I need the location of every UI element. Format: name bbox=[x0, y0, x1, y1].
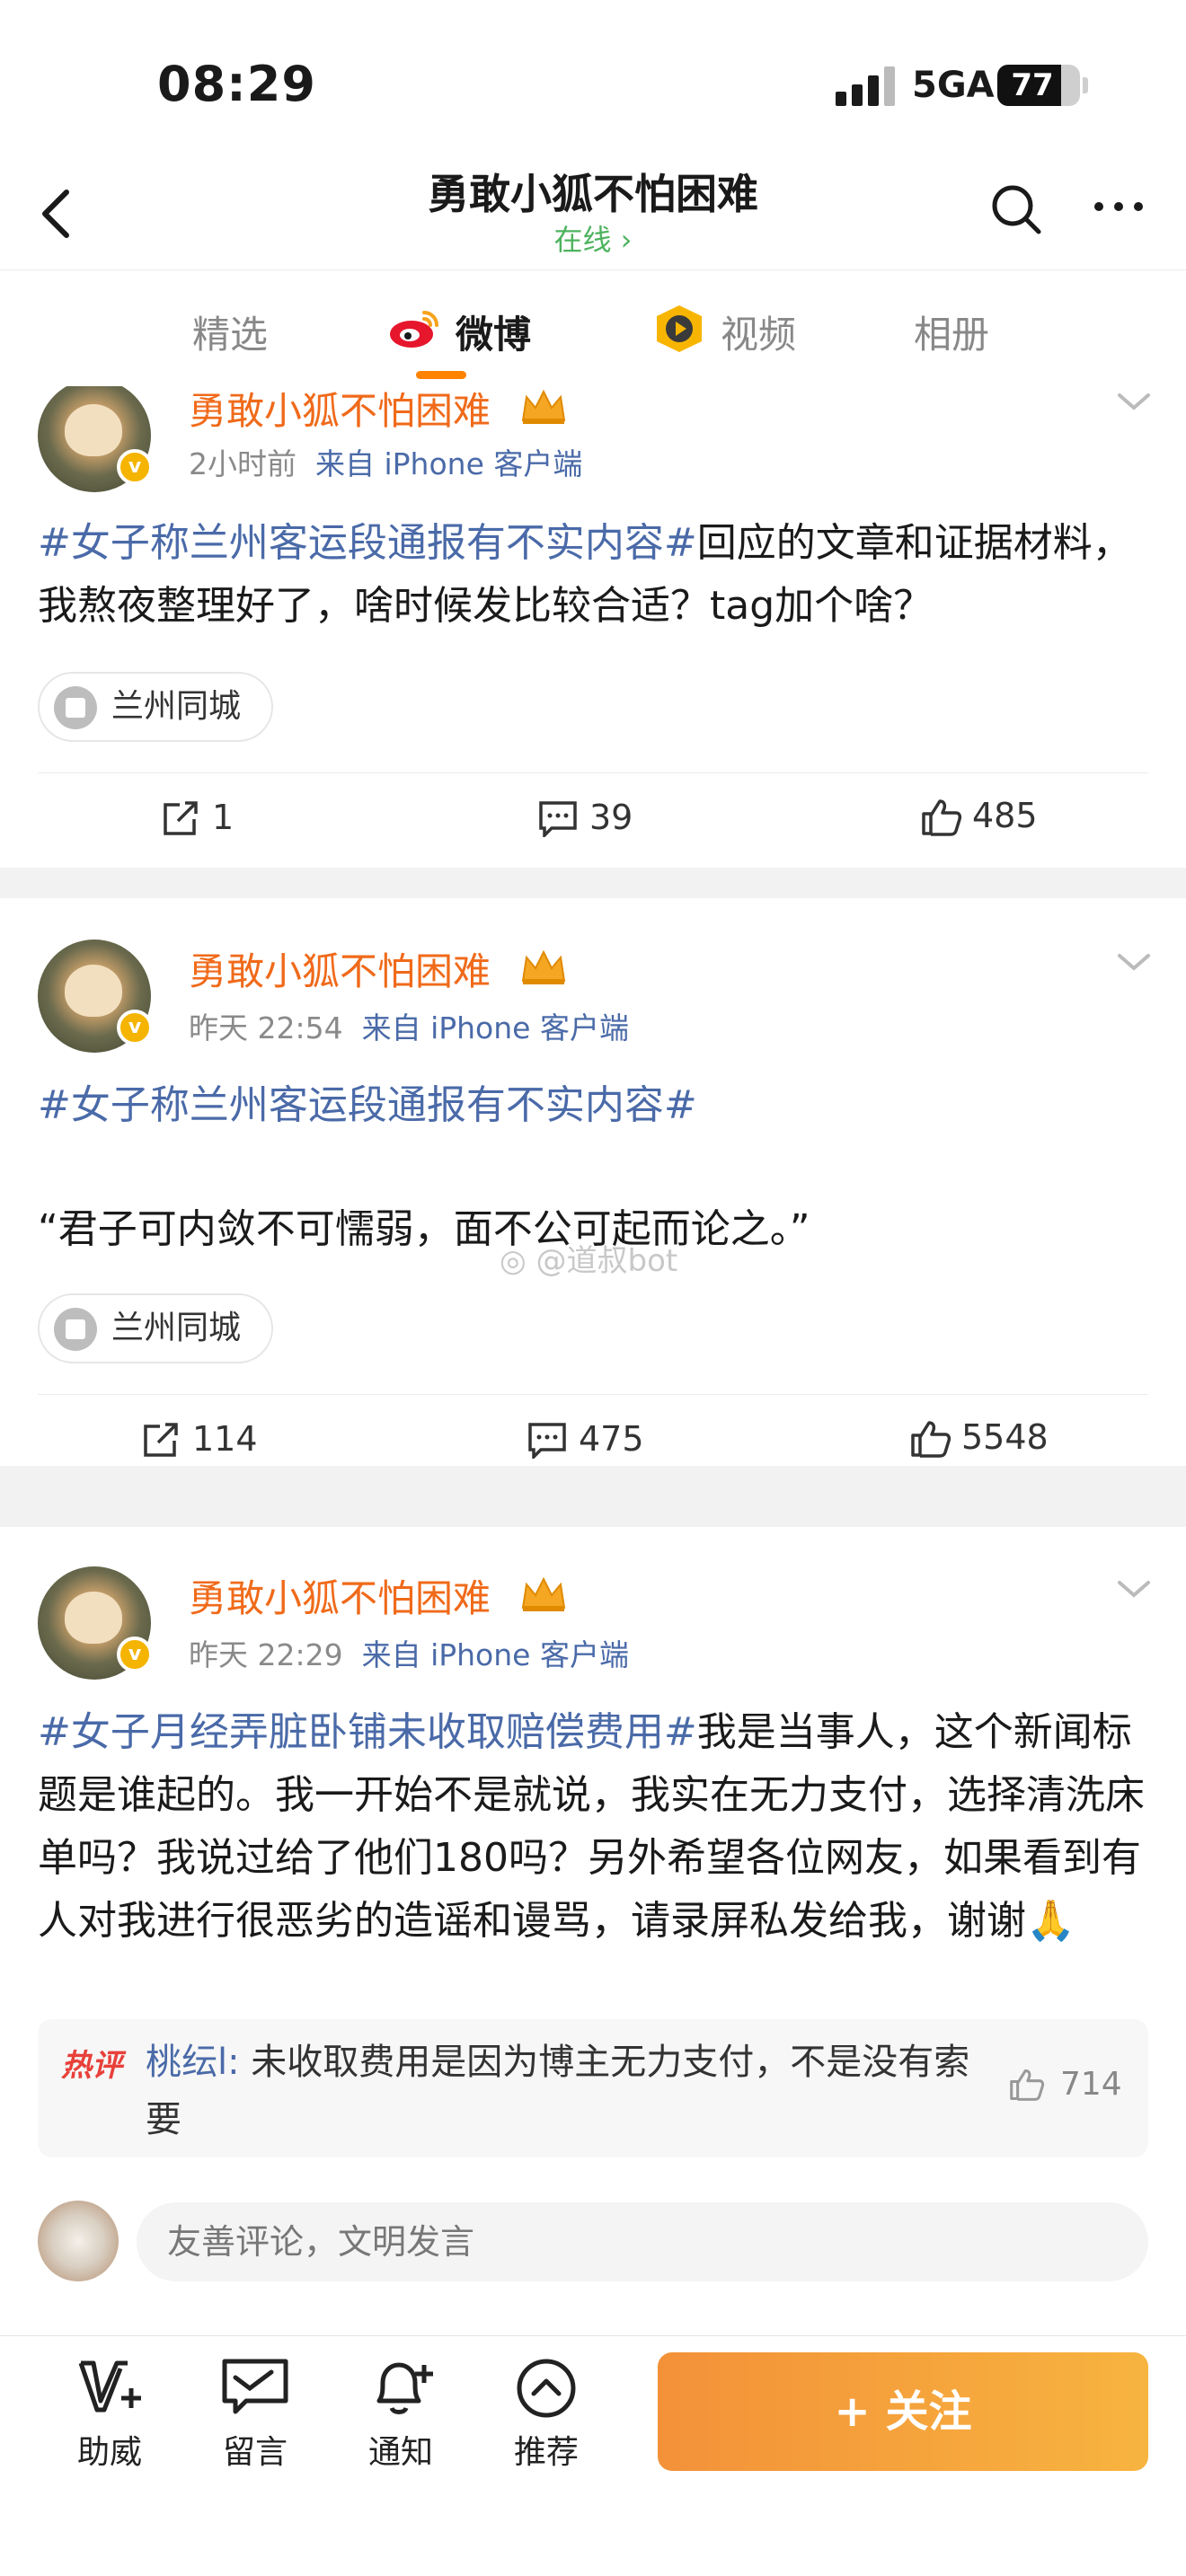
message-button[interactable]: 留言 bbox=[201, 2356, 309, 2473]
location-label: 兰州同城 bbox=[111, 688, 242, 725]
verified-badge-icon: v bbox=[117, 1636, 153, 1672]
post-hashtag[interactable]: #女子称兰州客运段通报有不实内容# bbox=[38, 1082, 697, 1128]
like-count: 5548 bbox=[961, 1417, 1049, 1457]
verified-badge-icon: v bbox=[117, 449, 153, 485]
notify-button[interactable]: 通知 bbox=[347, 2356, 455, 2473]
toolbar-label: 通知 bbox=[367, 2434, 433, 2471]
watermark: ◎ @道叔bot bbox=[500, 1243, 678, 1279]
location-tag[interactable]: 兰州同城 bbox=[38, 1293, 274, 1363]
hot-comment-tag: 热评 bbox=[61, 2048, 122, 2084]
post-author[interactable]: 勇敢小狐不怕困难 bbox=[189, 1568, 491, 1623]
recommend-icon bbox=[517, 2359, 576, 2418]
comment-icon bbox=[528, 1423, 566, 1459]
post-meta: 2小时前 来自 iPhone 客户端 bbox=[189, 440, 582, 483]
hot-comment-text: 桃纭l: 未收取费用是因为博主无力支付，不是没有索要 bbox=[146, 2033, 990, 2148]
status-time: 08:29 bbox=[157, 56, 316, 112]
more-icon[interactable] bbox=[1092, 189, 1146, 225]
comment-input[interactable]: 友善评论，文明发言 bbox=[137, 2202, 1148, 2281]
verified-badge-icon: v bbox=[117, 1010, 153, 1045]
bottom-toolbar: 助威 留言 通知 推荐 + 关注 bbox=[0, 2335, 1186, 2576]
cheer-icon bbox=[78, 2360, 141, 2413]
follow-button[interactable]: + 关注 bbox=[658, 2352, 1148, 2471]
profile-nav-bar: 勇敢小狐不怕困难 在线 › bbox=[0, 153, 1186, 269]
post-body: #女子月经弄脏卧铺未收取赔偿费用#我是当事人，这个新闻标题是谁起的。我一开始不是… bbox=[38, 1701, 1148, 1953]
post-card[interactable]: v 勇敢小狐不怕困难 昨天 22:54 来自 iPhone 客户端 #女子称兰州… bbox=[0, 898, 1186, 1466]
post-body: #女子称兰州客运段通报有不实内容# bbox=[38, 1074, 1148, 1137]
tab-video[interactable]: 视频 bbox=[721, 304, 796, 359]
active-tab-indicator bbox=[416, 371, 466, 379]
location-label: 兰州同城 bbox=[111, 1310, 242, 1346]
battery-level: 77 bbox=[1011, 67, 1054, 103]
post-author[interactable]: 勇敢小狐不怕困难 bbox=[189, 941, 491, 996]
post-body: #女子称兰州客运段通报有不实内容#回应的文章和证据材料，我熬夜整理好了，啥时候发… bbox=[38, 512, 1148, 638]
search-icon[interactable] bbox=[988, 181, 1044, 237]
comment-icon bbox=[539, 801, 577, 837]
crown-icon bbox=[521, 949, 566, 984]
location-building-icon bbox=[54, 1308, 97, 1351]
weibo-watermark-icon: ◎ bbox=[500, 1243, 527, 1279]
status-bar: 08:29 5GA 77 bbox=[0, 0, 1186, 153]
tab-featured[interactable]: 精选 bbox=[192, 304, 268, 359]
crown-icon bbox=[521, 1576, 566, 1611]
post-card[interactable]: v 勇敢小狐不怕困难 昨天 22:29 来自 iPhone 客户端 #女子月经弄… bbox=[0, 1527, 1186, 2335]
repost-count: 114 bbox=[192, 1419, 258, 1459]
chevron-down-icon[interactable] bbox=[1114, 388, 1154, 415]
my-avatar bbox=[38, 2201, 119, 2281]
chevron-down-icon[interactable] bbox=[1114, 1575, 1154, 1602]
cheer-button[interactable]: 助威 bbox=[56, 2356, 164, 2473]
recommend-button[interactable]: 推荐 bbox=[492, 2356, 600, 2473]
post-source: 来自 iPhone 客户端 bbox=[361, 1637, 629, 1672]
hot-comment-body: 未收取费用是因为博主无力支付，不是没有索要 bbox=[146, 2042, 970, 2140]
comment-count: 39 bbox=[589, 798, 633, 837]
battery-tip bbox=[1083, 77, 1088, 93]
post-author[interactable]: 勇敢小狐不怕困难 bbox=[189, 386, 491, 436]
thumbs-up-icon bbox=[911, 1421, 951, 1458]
hot-comment-user[interactable]: 桃纭l: bbox=[146, 2042, 240, 2083]
location-building-icon bbox=[54, 686, 97, 729]
repost-count: 1 bbox=[212, 798, 235, 837]
hot-comment-like-count: 714 bbox=[1060, 2066, 1122, 2103]
divider bbox=[38, 772, 1148, 773]
battery-icon: 77 bbox=[997, 65, 1080, 106]
post-hashtag[interactable]: #女子称兰州客运段通报有不实内容# bbox=[38, 520, 697, 566]
post-meta: 昨天 22:29 来自 iPhone 客户端 bbox=[189, 1631, 629, 1674]
post-time: 昨天 22:54 bbox=[189, 1010, 343, 1045]
post-source: 来自 iPhone 客户端 bbox=[361, 1010, 629, 1045]
message-icon bbox=[222, 2359, 288, 2414]
post-meta: 昨天 22:54 来自 iPhone 客户端 bbox=[189, 1004, 629, 1047]
post-card[interactable]: v 勇敢小狐不怕困难 2小时前 来自 iPhone 客户端 #女子称兰州客运段通… bbox=[0, 386, 1186, 868]
bell-plus-icon bbox=[376, 2362, 433, 2414]
post-hashtag[interactable]: #女子月经弄脏卧铺未收取赔偿费用# bbox=[38, 1709, 697, 1755]
comment-count: 475 bbox=[579, 1419, 644, 1459]
cellular-signal-icon bbox=[836, 66, 895, 106]
chevron-down-icon[interactable] bbox=[1114, 948, 1154, 975]
divider bbox=[38, 1394, 1148, 1395]
toolbar-label: 推荐 bbox=[513, 2434, 579, 2471]
video-play-icon bbox=[657, 305, 702, 352]
weibo-logo-icon bbox=[390, 311, 438, 348]
thumbs-up-icon bbox=[922, 799, 962, 836]
repost-icon bbox=[144, 1423, 178, 1457]
repost-icon bbox=[164, 801, 198, 835]
location-tag[interactable]: 兰州同城 bbox=[38, 672, 274, 742]
profile-tabs: 精选 微博 视频 相册 bbox=[0, 269, 1186, 386]
network-type: 5GA bbox=[912, 65, 995, 106]
thumbs-up-icon bbox=[1010, 2069, 1045, 2101]
post-time: 2小时前 bbox=[189, 446, 296, 481]
toolbar-label: 助威 bbox=[76, 2434, 142, 2471]
post-feed[interactable]: v 勇敢小狐不怕困难 2小时前 来自 iPhone 客户端 #女子称兰州客运段通… bbox=[0, 386, 1186, 2335]
post-time: 昨天 22:29 bbox=[189, 1637, 343, 1672]
hot-comment[interactable]: 热评 桃纭l: 未收取费用是因为博主无力支付，不是没有索要 714 bbox=[38, 2019, 1148, 2157]
post-source: 来自 iPhone 客户端 bbox=[314, 446, 583, 481]
tab-weibo[interactable]: 微博 bbox=[456, 304, 531, 359]
toolbar-label: 留言 bbox=[222, 2434, 288, 2471]
tab-album[interactable]: 相册 bbox=[914, 304, 989, 359]
like-count: 485 bbox=[972, 796, 1038, 835]
crown-icon bbox=[521, 389, 566, 424]
